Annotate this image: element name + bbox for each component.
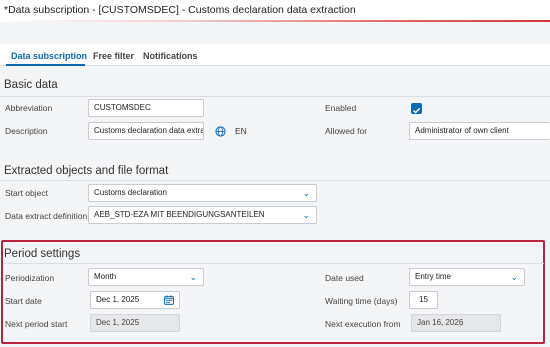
data-extract-definition-select[interactable]: AEB_STD-EZA MIT BEENDIGUNGSANTEILEN ⌄ xyxy=(88,206,317,224)
data-extract-definition-value: AEB_STD-EZA MIT BEENDIGUNGSANTEILEN xyxy=(94,210,265,219)
abbreviation-label: Abbreviation xyxy=(5,103,53,113)
window-titlebar: *Data subscription - [CUSTOMSDEC] - Cust… xyxy=(0,0,550,22)
start-date-label: Start date xyxy=(5,296,42,306)
section-divider xyxy=(0,180,550,181)
start-object-label: Start object xyxy=(5,188,48,198)
chevron-down-icon: ⌄ xyxy=(510,272,518,282)
period-settings-heading: Period settings xyxy=(4,248,81,260)
language-code: EN xyxy=(235,126,247,136)
globe-icon[interactable] xyxy=(215,126,226,137)
chevron-down-icon: ⌄ xyxy=(302,188,310,198)
title-accent-bar xyxy=(0,20,550,22)
tab-data-subscription[interactable]: Data subscription xyxy=(11,51,87,61)
periodization-select[interactable]: Month ⌄ xyxy=(88,268,204,286)
date-used-select[interactable]: Entry time ⌄ xyxy=(409,268,525,286)
basic-data-heading: Basic data xyxy=(4,79,58,91)
description-field[interactable]: Customs declaration data extrac xyxy=(88,122,204,140)
enabled-checkbox[interactable] xyxy=(411,103,422,114)
next-execution-label: Next execution from xyxy=(325,319,401,329)
enabled-label: Enabled xyxy=(325,103,357,113)
periodization-label: Periodization xyxy=(5,273,55,283)
chevron-down-icon: ⌄ xyxy=(302,210,310,220)
waiting-time-field[interactable]: 15 xyxy=(409,291,438,309)
window-title: *Data subscription - [CUSTOMSDEC] - Cust… xyxy=(4,4,356,16)
data-extract-definition-label: Data extract definition xyxy=(5,211,88,221)
chevron-down-icon: ⌄ xyxy=(189,272,197,282)
start-date-field[interactable]: Dec 1, 2025 xyxy=(90,291,180,309)
check-icon xyxy=(412,107,421,114)
calendar-icon[interactable] xyxy=(164,295,174,305)
active-tab-indicator xyxy=(6,64,85,66)
periodization-value: Month xyxy=(94,272,117,281)
start-date-value: Dec 1, 2025 xyxy=(96,295,140,304)
waiting-time-label: Waiting time (days) xyxy=(325,296,398,306)
allowed-for-label: Allowed for xyxy=(325,126,368,136)
section-divider xyxy=(3,263,544,264)
next-period-start-label: Next period start xyxy=(5,319,68,329)
tab-notifications[interactable]: Notifications xyxy=(143,51,198,61)
tab-bar: Data subscription Free filter Notificati… xyxy=(0,44,550,66)
start-object-select[interactable]: Customs declaration ⌄ xyxy=(88,184,317,202)
date-used-value: Entry time xyxy=(415,272,452,281)
date-used-label: Date used xyxy=(325,273,364,283)
extract-heading: Extracted objects and file format xyxy=(4,165,169,177)
abbreviation-field[interactable]: CUSTOMSDEC xyxy=(88,99,204,117)
description-label: Description xyxy=(5,126,48,136)
start-object-value: Customs declaration xyxy=(94,188,167,197)
next-period-start-field: Dec 1, 2025 xyxy=(90,314,180,332)
next-execution-field: Jan 16, 2026 xyxy=(411,314,501,332)
section-divider xyxy=(0,96,550,97)
allowed-for-field[interactable]: Administrator of own client xyxy=(409,122,550,140)
tab-free-filter[interactable]: Free filter xyxy=(93,51,134,61)
